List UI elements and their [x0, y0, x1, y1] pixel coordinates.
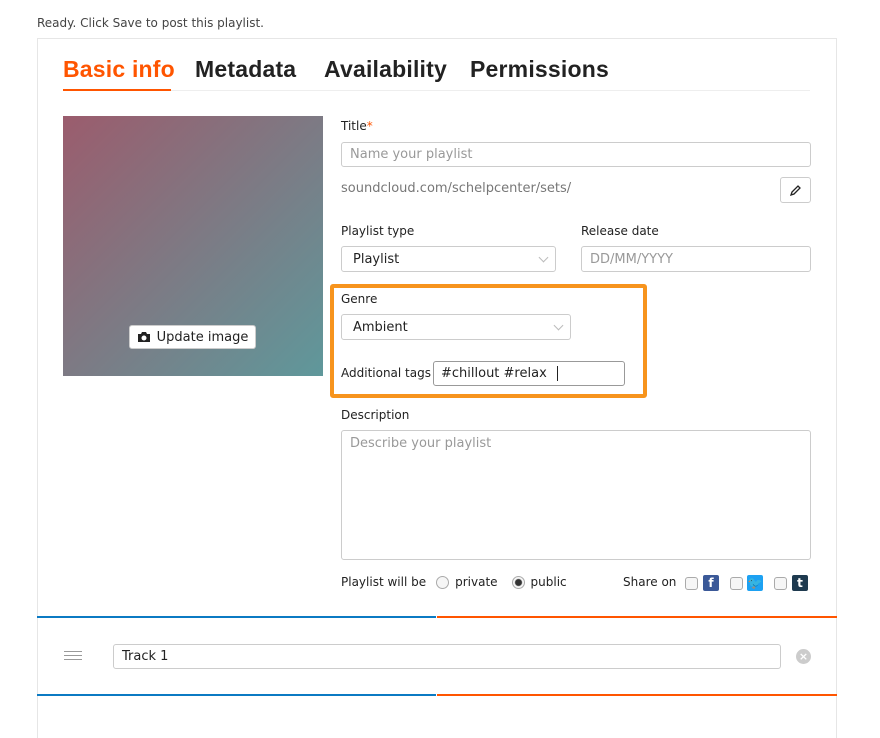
genre-value: Ambient — [353, 319, 408, 335]
release-date-placeholder: DD/MM/YYYY — [590, 251, 673, 267]
genre-select[interactable]: Ambient — [341, 314, 571, 340]
public-label: public — [530, 575, 567, 589]
description-textarea[interactable]: Describe your playlist — [341, 430, 811, 560]
permalink-url: soundcloud.com/schelpcenter/sets/ — [341, 181, 572, 196]
track-divider-orange — [437, 694, 837, 696]
share-facebook-checkbox[interactable] — [685, 577, 698, 590]
twitter-icon: 🐦 — [747, 575, 763, 591]
release-date-label: Release date — [581, 224, 659, 238]
drag-handle-icon[interactable] — [64, 651, 82, 660]
update-image-button[interactable]: Update image — [129, 325, 256, 349]
facebook-icon: f — [703, 575, 719, 591]
chevron-down-icon — [538, 252, 549, 263]
share-tumblr-checkbox[interactable] — [774, 577, 787, 590]
privacy-group: Playlist will be private public — [341, 575, 567, 589]
additional-tags-input[interactable]: #chillout #relax — [433, 361, 625, 386]
additional-tags-label: Additional tags — [341, 366, 431, 380]
status-message: Ready. Click Save to post this playlist. — [37, 16, 264, 30]
description-label: Description — [341, 408, 410, 422]
update-image-label: Update image — [156, 329, 249, 345]
tab-availability[interactable]: Availability — [324, 56, 447, 83]
tab-metadata[interactable]: Metadata — [195, 56, 296, 83]
tab-basic-info[interactable]: Basic info — [63, 56, 175, 83]
tab-divider — [63, 90, 810, 91]
section-divider-orange — [437, 616, 837, 618]
release-date-input[interactable]: DD/MM/YYYY — [581, 246, 811, 272]
active-tab-underline — [63, 89, 171, 91]
remove-track-icon[interactable]: × — [796, 649, 811, 664]
chevron-down-icon — [553, 320, 564, 331]
edit-permalink-button[interactable] — [780, 177, 811, 203]
title-placeholder: Name your playlist — [350, 147, 473, 162]
public-radio[interactable] — [511, 575, 525, 589]
tags-value: #chillout #relax — [441, 366, 547, 381]
required-marker: * — [366, 119, 373, 133]
title-input[interactable]: Name your playlist — [341, 142, 811, 167]
track-title-input[interactable]: Track 1 — [113, 644, 781, 669]
pencil-icon — [789, 184, 801, 196]
playlist-type-select[interactable]: Playlist — [341, 246, 556, 272]
section-divider-blue — [37, 616, 436, 618]
private-label: private — [455, 575, 498, 589]
private-radio[interactable] — [436, 575, 450, 589]
playlist-type-label: Playlist type — [341, 224, 415, 238]
share-label: Share on — [623, 575, 677, 589]
title-label: Title* — [341, 119, 373, 133]
genre-label: Genre — [341, 292, 378, 306]
camera-icon — [137, 332, 150, 342]
playlist-type-value: Playlist — [353, 251, 400, 267]
track-title-value: Track 1 — [122, 649, 169, 664]
tab-permissions[interactable]: Permissions — [470, 56, 609, 83]
tumblr-icon: t — [792, 575, 808, 591]
privacy-label: Playlist will be — [341, 575, 427, 589]
share-twitter-checkbox[interactable] — [730, 577, 743, 590]
text-cursor — [556, 366, 558, 381]
track-divider-blue — [37, 694, 436, 696]
title-label-text: Title — [341, 119, 367, 133]
description-placeholder: Describe your playlist — [350, 436, 492, 451]
